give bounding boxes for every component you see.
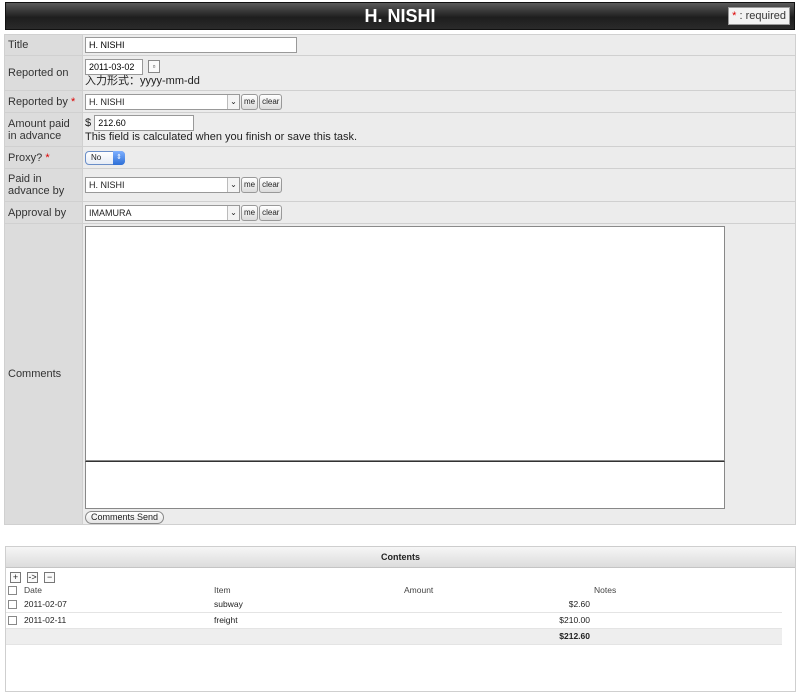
row-proxy: Proxy? * No ⇕: [4, 146, 796, 169]
col-notes: Notes: [594, 585, 617, 595]
reported-by-clear-button[interactable]: clear: [259, 93, 283, 110]
title-input[interactable]: [85, 37, 297, 53]
approval-by-select[interactable]: IMAMURA ⌄: [85, 204, 240, 221]
amount-paid-input[interactable]: [94, 115, 195, 131]
label-title: Title: [4, 34, 83, 56]
contents-toolbar: + -> −: [6, 568, 795, 584]
label-paid-by: Paid in advance by: [4, 168, 83, 202]
cell-notes: [592, 612, 782, 629]
contents-header-row: Date Item Amount Notes: [6, 584, 782, 596]
row-paid-by: Paid in advance by H. NISHI ⌄ me clear: [4, 168, 796, 202]
cell-amount: $210.00: [402, 612, 592, 629]
label-reported-by: Reported by *: [4, 90, 83, 113]
table-row[interactable]: 2011-02-11 freight $210.00: [6, 612, 782, 629]
total-amount: $212.60: [402, 628, 592, 645]
move-row-icon[interactable]: ->: [27, 572, 39, 583]
row-reported-on: Reported on ▫ 入力形式：yyyy-mm-dd: [4, 55, 796, 91]
cell-item: freight: [212, 612, 402, 629]
page-title: H. NISHI: [364, 6, 436, 26]
comments-log[interactable]: [85, 226, 725, 461]
label-approval-by: Approval by: [4, 201, 83, 224]
select-all-checkbox[interactable]: [8, 586, 17, 596]
required-legend: * : required: [728, 7, 790, 25]
amount-calc-note: This field is calculated when you finish…: [85, 131, 358, 143]
total-row: $212.60: [6, 628, 782, 645]
label-amount-paid: Amount paid in advance: [4, 112, 83, 147]
col-item: Item: [214, 585, 231, 595]
label-proxy: Proxy? *: [4, 146, 83, 169]
cell-date: 2011-02-11: [22, 612, 212, 629]
page-title-bar: H. NISHI * : required: [5, 2, 795, 30]
col-amount: Amount: [404, 585, 434, 595]
row-title: Title: [4, 34, 796, 56]
chevron-down-icon: ⌄: [227, 178, 239, 192]
required-star: *: [732, 10, 737, 22]
remove-row-icon[interactable]: −: [44, 572, 56, 583]
reported-on-input[interactable]: [85, 58, 143, 75]
date-format-hint: 入力形式：yyyy-mm-dd: [85, 74, 200, 87]
task-form: Title Reported on ▫ 入力形式：yyyy-mm-dd Repo…: [4, 34, 796, 525]
col-date: Date: [24, 585, 42, 595]
required-text: : required: [739, 10, 786, 22]
contents-panel: Contents + -> − Date Item Amount Notes 2…: [5, 546, 796, 692]
approval-by-value: IMAMURA: [89, 207, 132, 218]
comments-send-button[interactable]: Comments Send: [85, 511, 165, 524]
cell-notes: [592, 596, 782, 613]
cell-amount: $2.60: [402, 596, 592, 613]
chevron-down-icon: ⌄: [227, 205, 239, 220]
contents-table: Date Item Amount Notes 2011-02-07 subway…: [6, 584, 782, 645]
label-reported-by-text: Reported by: [8, 95, 68, 108]
row-checkbox[interactable]: [8, 616, 17, 626]
reported-by-me-button[interactable]: me: [241, 93, 259, 110]
proxy-select[interactable]: No ⇕: [85, 150, 125, 165]
currency-symbol: $: [85, 116, 92, 129]
row-checkbox[interactable]: [8, 599, 17, 609]
label-comments: Comments: [4, 223, 83, 525]
reported-by-select[interactable]: H. NISHI ⌄: [85, 93, 240, 110]
paid-by-value: H. NISHI: [89, 180, 125, 190]
add-row-icon[interactable]: +: [10, 572, 21, 583]
cell-item: subway: [212, 596, 402, 613]
table-row[interactable]: 2011-02-07 subway $2.60: [6, 596, 782, 613]
approval-by-me-button[interactable]: me: [241, 204, 259, 221]
row-comments: Comments Comments Send: [4, 223, 796, 525]
approval-by-clear-button[interactable]: clear: [259, 204, 283, 221]
reported-by-value: H. NISHI: [89, 96, 125, 107]
required-star: *: [71, 95, 76, 108]
proxy-value: No: [91, 152, 102, 162]
chevron-down-icon: ⌄: [227, 94, 239, 109]
row-amount-paid: Amount paid in advance $ This field is c…: [4, 112, 796, 147]
calendar-icon[interactable]: ▫: [148, 60, 161, 73]
row-approval-by: Approval by IMAMURA ⌄ me clear: [4, 201, 796, 224]
label-reported-on: Reported on: [4, 55, 83, 91]
contents-title: Contents: [6, 547, 795, 568]
label-proxy-text: Proxy?: [8, 151, 43, 164]
required-star: *: [45, 151, 50, 164]
cell-date: 2011-02-07: [22, 596, 212, 613]
comment-input[interactable]: [85, 461, 725, 509]
paid-by-clear-button[interactable]: clear: [259, 177, 283, 193]
row-reported-by: Reported by * H. NISHI ⌄ me clear: [4, 90, 796, 113]
paid-by-select[interactable]: H. NISHI ⌄: [85, 177, 240, 193]
paid-by-me-button[interactable]: me: [241, 177, 259, 193]
comments-area: Comments Send: [85, 226, 793, 524]
updown-arrows-icon: ⇕: [113, 150, 125, 165]
